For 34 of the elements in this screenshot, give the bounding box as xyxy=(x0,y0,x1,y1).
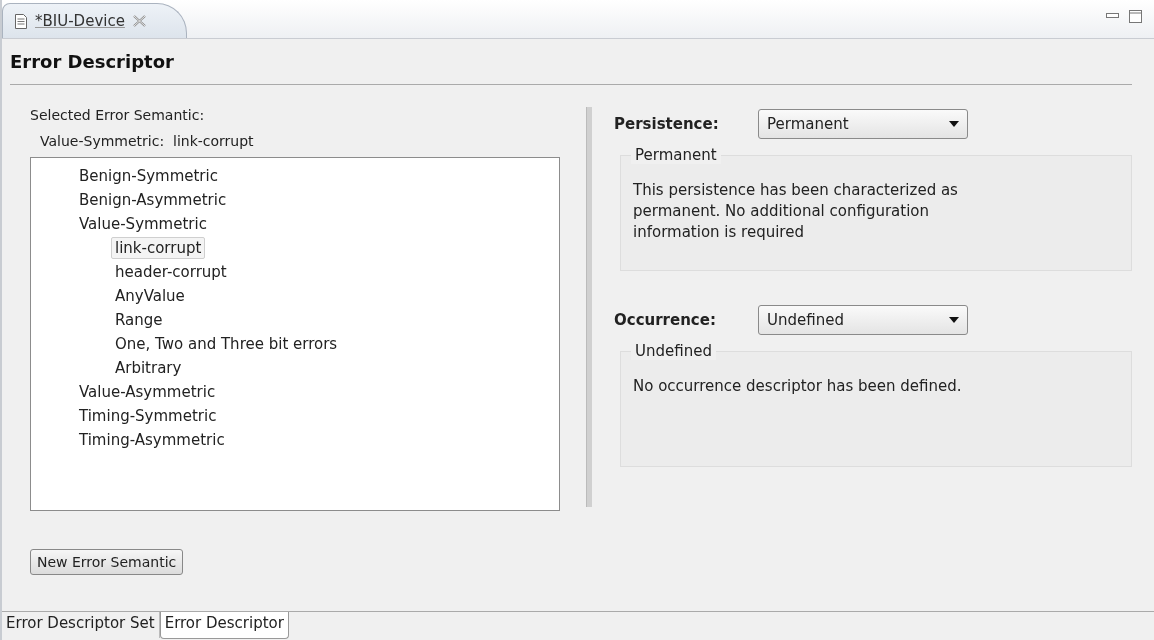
group-title: Undefined xyxy=(631,342,716,360)
new-error-semantic-button[interactable]: New Error Semantic xyxy=(30,549,184,575)
document-icon xyxy=(15,13,27,29)
tree-item[interactable]: Value-Symmetric xyxy=(75,213,211,235)
tree-item[interactable]: Value-Asymmetric xyxy=(75,381,220,403)
selected-semantic-label: Selected Error Semantic: xyxy=(30,107,205,123)
tree-item[interactable]: Timing-Asymmetric xyxy=(75,429,229,451)
tree-item[interactable]: header-corrupt xyxy=(111,261,231,283)
form-title: Error Descriptor xyxy=(10,39,1132,85)
editor-title: *BIU-Device xyxy=(35,12,125,30)
description-text: This persistence has been characterized as permanent. No additional configuration information is required xyxy=(633,180,959,243)
tree-item[interactable]: AnyValue xyxy=(111,285,189,307)
tree-item[interactable]: Timing-Symmetric xyxy=(75,405,221,427)
dropdown[interactable]: Permanent xyxy=(758,109,968,139)
tree-item[interactable]: Benign-Symmetric xyxy=(75,165,222,187)
close-icon[interactable] xyxy=(132,15,146,27)
description-text: No occurrence descriptor has been defined. xyxy=(633,376,963,397)
editor-tab[interactable]: *BIU-Device xyxy=(2,3,187,38)
page-tab[interactable]: Error Descriptor Set xyxy=(2,612,160,638)
field-label: Occurrence: xyxy=(614,311,717,329)
tree-item[interactable]: One, Two and Three bit errors xyxy=(111,333,342,355)
tree-item[interactable]: Range xyxy=(111,309,167,331)
field-label: Persistence: xyxy=(614,115,720,133)
minimize-icon[interactable] xyxy=(1106,13,1119,19)
selected-semantic-value: Value-Symmetric: link-corrupt xyxy=(40,133,254,149)
dropdown[interactable]: Undefined xyxy=(758,305,968,335)
caret-icon xyxy=(949,317,959,323)
maximize-icon[interactable] xyxy=(1129,9,1142,23)
tree-item[interactable]: Benign-Asymmetric xyxy=(75,189,231,211)
tree-item[interactable]: Arbitrary xyxy=(111,357,186,379)
tree-item[interactable]: link-corrupt xyxy=(111,237,206,259)
page-tab[interactable]: Error Descriptor xyxy=(159,612,289,639)
group-title: Permanent xyxy=(631,146,721,164)
caret-icon xyxy=(949,121,959,127)
